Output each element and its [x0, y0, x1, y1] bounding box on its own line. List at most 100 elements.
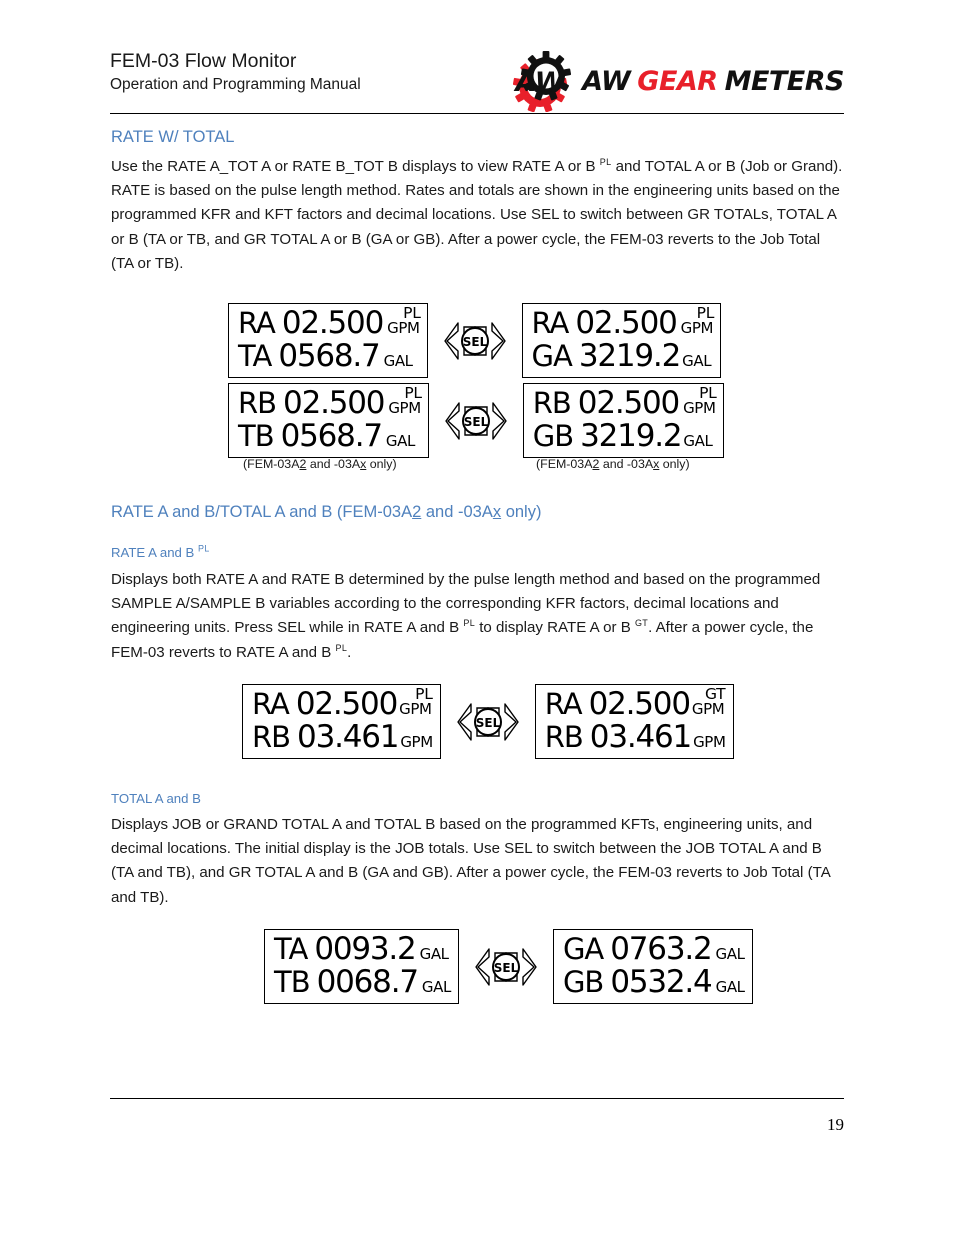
logo-word-gear: GEAR — [637, 65, 718, 97]
lcd-value: 02.500 — [588, 686, 691, 722]
lcd-value: 03.461 — [297, 719, 399, 755]
lcd-superscript: GT — [704, 685, 726, 703]
lcd-line: RA 02.500 GPM PL — [238, 304, 421, 341]
display-group-rate-a-total-a: RA 02.500 GPM PL TA 0568.7 GAL SEL RA 02… — [228, 303, 722, 378]
lcd-line: GB 0532.4 GAL — [563, 966, 745, 999]
lcd-label: RA — [544, 687, 583, 721]
lcd-line: GB 3219.2 GAL — [533, 420, 716, 453]
lcd-line: RA 02.500 GPM PL — [252, 685, 433, 722]
lcd-unit: GAL — [421, 978, 451, 996]
lcd-line: TB 0568.7 GAL — [238, 420, 421, 453]
heading-rate-ab-total-ab: RATE A and B/TOTAL A and B (FEM-03A2 and… — [111, 503, 542, 521]
lcd-unit: GPM PL — [683, 384, 717, 425]
sel-button-icon[interactable]: SEL — [443, 319, 506, 363]
lcd-unit: GAL — [419, 945, 449, 963]
svg-text:AW: AW — [513, 67, 565, 98]
lcd-label: RA — [238, 306, 276, 340]
lcd-label: TA — [238, 339, 272, 373]
logo-word-aw: AW — [582, 65, 631, 97]
lcd-value: 02.500 — [295, 686, 398, 722]
subheading-rate-a-and-b: RATE A and B PL — [111, 543, 210, 560]
superscript-pl: PL — [335, 642, 348, 653]
svg-text:SEL: SEL — [494, 961, 519, 975]
sel-button-icon[interactable]: SEL — [475, 945, 537, 989]
lcd-superscript: PL — [404, 384, 422, 402]
superscript-pl: PL — [599, 156, 612, 167]
company-logo: AW AW GEAR METERS — [510, 50, 845, 112]
lcd-line: TA 0093.2 GAL — [274, 933, 451, 966]
lcd-value: 02.500 — [577, 385, 680, 421]
lcd-value: 0532.4 — [610, 964, 712, 1000]
lcd-label: RB — [252, 720, 291, 754]
lcd-line: RB 02.500 GPM PL — [238, 384, 422, 421]
lcd-display-rb-tb: RB 02.500 GPM PL TB 0568.7 GAL — [228, 383, 429, 458]
page-number: 19 — [827, 1115, 844, 1134]
lcd-unit: GPM GT — [692, 685, 726, 726]
lcd-line: TA 0568.7 GAL — [238, 340, 420, 373]
lcd-value: 03.461 — [589, 719, 692, 755]
paragraph-total-a-and-b: Displays JOB or GRAND TOTAL A and TOTAL … — [111, 816, 830, 906]
superscript-pl: PL — [198, 543, 210, 554]
lcd-line: GA 3219.2 GAL — [532, 340, 714, 373]
lcd-unit: GPM PL — [681, 304, 715, 345]
lcd-label: TB — [238, 419, 275, 453]
display-group-rate-a-and-b: RA 02.500 GPM PL RB 03.461 GPM SEL RA 02… — [242, 684, 734, 759]
svg-text:SEL: SEL — [462, 335, 487, 349]
paragraph-rate-a-and-b: Displays both RATE A and RATE B determin… — [111, 571, 821, 661]
lcd-unit: GAL — [715, 978, 745, 996]
lcd-display-ra-rb-pl: RA 02.500 GPM PL RB 03.461 GPM — [242, 684, 441, 759]
lcd-unit: GPM PL — [399, 685, 433, 726]
para-text: and TOTAL A or B (Job or Grand). RATE is… — [111, 158, 843, 272]
lcd-unit: GAL — [682, 352, 712, 370]
display-group-total-a-and-b: TA 0093.2 GAL TB 0068.7 GAL SEL GA 0763.… — [264, 929, 753, 1004]
logo-word-meters: METERS — [724, 65, 845, 97]
lcd-label: GA — [531, 339, 573, 373]
lcd-label: RB — [532, 386, 572, 420]
lcd-line: RA 02.500 GPM PL — [532, 304, 715, 341]
caption-left-model-note: (FEM-03A2 and -03Ax only) — [243, 457, 397, 471]
lcd-value: 3219.2 — [580, 418, 682, 454]
display-group-rate-b-total-b: RB 02.500 GPM PL TB 0568.7 GAL SEL RB 02… — [228, 383, 724, 458]
lcd-superscript: PL — [696, 304, 715, 322]
lcd-value: 3219.2 — [578, 338, 681, 374]
lcd-value: 02.500 — [283, 385, 385, 421]
document-title: FEM-03 Flow Monitor — [110, 50, 297, 72]
lcd-superscript: PL — [699, 384, 717, 402]
lcd-line: RA 02.500 GPM GT — [544, 685, 726, 722]
lcd-superscript: PL — [415, 685, 433, 703]
lcd-unit: GPM PL — [387, 304, 421, 345]
lcd-value: 0568.7 — [278, 338, 380, 374]
subheading-total-a-and-b: TOTAL A and B — [111, 791, 201, 806]
caption-right-model-note: (FEM-03A2 and -03Ax only) — [536, 457, 690, 471]
lcd-value: 0068.7 — [316, 964, 419, 1000]
header-divider — [110, 113, 844, 114]
lcd-display-ra-ta: RA 02.500 GPM PL TA 0568.7 GAL — [228, 303, 428, 378]
heading-rate-w-total: RATE W/ TOTAL — [111, 128, 235, 146]
lcd-value: 02.500 — [281, 305, 384, 341]
document-subtitle: Operation and Programming Manual — [110, 76, 361, 93]
lcd-display-ra-rb-gt: RA 02.500 GPM GT RB 03.461 GPM — [534, 684, 734, 759]
lcd-line: RB 02.500 GPM PL — [532, 384, 717, 421]
lcd-value: 02.500 — [575, 305, 677, 341]
lcd-line: RB 03.461 GPM — [252, 721, 433, 754]
lcd-label: TB — [274, 965, 311, 999]
lcd-display-rb-gb: RB 02.500 GPM PL GB 3219.2 GAL — [522, 383, 724, 458]
lcd-display-ga-gb: GA 0763.2 GAL GB 0532.4 GAL — [552, 929, 753, 1004]
sel-button-icon[interactable]: SEL — [457, 700, 519, 744]
lcd-unit: GPM — [693, 733, 726, 751]
header-titles: FEM-03 Flow Monitor Operation and Progra… — [110, 48, 361, 96]
lcd-label: GA — [562, 932, 604, 966]
sel-button-icon[interactable]: SEL — [445, 399, 507, 443]
lcd-line: TB 0068.7 GAL — [274, 966, 451, 999]
lcd-unit: GPM — [400, 733, 433, 751]
svg-text:SEL: SEL — [476, 716, 501, 730]
para-text: Use the RATE A_TOT A or RATE B_TOT B dis… — [111, 158, 600, 175]
lcd-unit: GAL — [715, 945, 745, 963]
lcd-label: RA — [252, 687, 290, 721]
lcd-label: RB — [238, 386, 277, 420]
document-page: FEM-03 Flow Monitor Operation and Progra… — [0, 0, 954, 1235]
lcd-unit: GAL — [683, 432, 713, 450]
lcd-label: RB — [544, 720, 584, 754]
lcd-value: 0763.2 — [610, 931, 712, 967]
lcd-superscript: PL — [403, 304, 421, 322]
